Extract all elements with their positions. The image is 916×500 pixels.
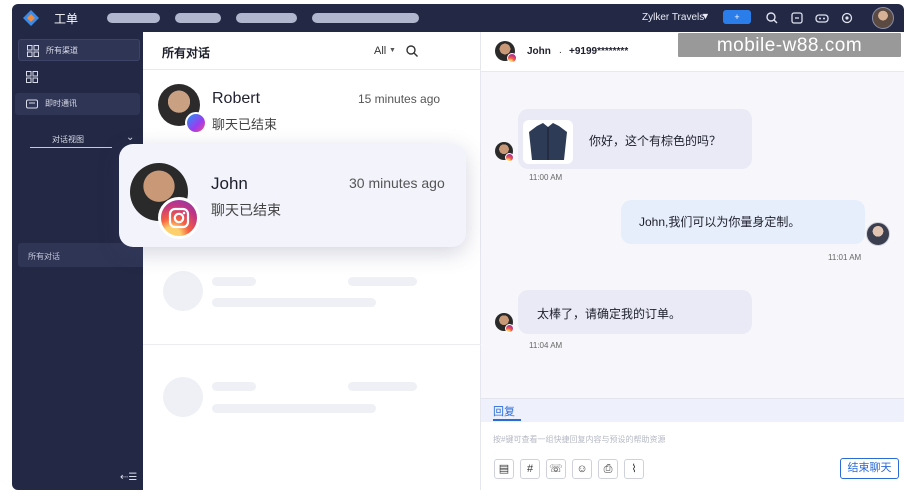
contact-name: John (211, 174, 248, 193)
attachment-icon[interactable]: ⌇ (624, 459, 644, 479)
gamepad-icon[interactable] (814, 10, 830, 26)
skeleton-line (212, 298, 376, 307)
org-switcher[interactable]: Zylker Travels (642, 12, 704, 23)
instagram-icon (505, 324, 514, 333)
message-text: John,我们可以为你量身定制。 (639, 215, 801, 229)
product-image[interactable] (523, 120, 573, 164)
user-avatar[interactable] (872, 7, 894, 29)
conversation-time: 15 minutes ago (358, 92, 441, 106)
chat-panel: John . +9199******** mobile-w88.com 你好，这… (481, 32, 904, 490)
agent-avatar (866, 222, 890, 246)
conversation-list: 所有对话 All ▼ Robert 15 minutes ago 聊天已结束 J… (119, 32, 481, 490)
skeleton-avatar (163, 377, 203, 417)
nav-tab-placeholder[interactable] (107, 13, 160, 23)
instagram-icon (505, 153, 514, 162)
hashtag-icon[interactable]: # (520, 459, 540, 479)
sidebar-item-label: 所有对话 (28, 252, 60, 261)
tab-reply[interactable]: 回复 (493, 403, 515, 419)
article-icon[interactable]: ▤ (494, 459, 514, 479)
sidebar-item-label: 所有渠道 (46, 46, 78, 55)
collapse-sidebar-icon[interactable]: ⇠☰ (120, 472, 137, 483)
watermark: mobile-w88.com (677, 32, 902, 58)
conversation-view-select[interactable]: 对话视图 ⌄ (30, 132, 138, 148)
compose-area: 按#键可查看一组快捷回复内容与预设的帮助资源 ▤ # ☏ ☺ ⎙ ⌇ 结束聊天 (481, 422, 904, 490)
chevron-down-icon[interactable]: ⌄ (126, 132, 134, 143)
messenger-icon (185, 112, 207, 134)
message-time: 11:04 AM (529, 341, 563, 350)
skeleton-line (212, 404, 376, 413)
conversation-item-selected[interactable]: John 30 minutes ago 聊天已结束 (119, 144, 466, 247)
app-logo-icon[interactable] (22, 9, 40, 27)
sidebar: 所有渠道 即时通讯 对话视图 ⌄ 所有对话 ⇠☰ (12, 32, 146, 490)
sidebar-item-instant-messaging[interactable]: 即时通讯 (15, 93, 140, 115)
search-icon[interactable] (764, 10, 780, 26)
filter-dropdown[interactable]: All (374, 45, 386, 57)
contact-name: John (527, 46, 551, 57)
nav-tab-placeholder[interactable] (312, 13, 419, 23)
skeleton-avatar (163, 271, 203, 311)
end-chat-button[interactable]: 结束聊天 (840, 458, 899, 479)
reply-tab-bar: 回复 (481, 398, 904, 422)
chevron-down-icon[interactable]: ▼ (389, 47, 396, 54)
app-title: 工单 (54, 12, 79, 26)
chat-icon (26, 99, 38, 109)
skeleton-line (348, 382, 417, 391)
chevron-down-icon[interactable]: ▼ (701, 11, 710, 21)
whatsapp-icon[interactable]: ☏ (546, 459, 566, 479)
skeleton-line (348, 277, 417, 286)
conversation-preview: 聊天已结束 (211, 202, 281, 218)
conversation-preview: 聊天已结束 (212, 117, 278, 132)
settings-icon[interactable] (839, 10, 855, 26)
view-underline (30, 147, 112, 148)
skeleton-line (212, 382, 256, 391)
list-title: 所有对话 (162, 46, 211, 60)
nav-tab-placeholder[interactable] (236, 13, 297, 23)
conversation-view-label: 对话视图 (52, 135, 84, 144)
grid-icon (26, 71, 38, 83)
emoji-icon[interactable]: ☺ (572, 459, 592, 479)
search-icon[interactable] (405, 44, 419, 58)
list-header: 所有对话 All ▼ (143, 32, 481, 70)
compose-input[interactable]: 按#键可查看一组快捷回复内容与预设的帮助资源 (493, 434, 665, 445)
skeleton-line (212, 277, 256, 286)
sidebar-item-label: 即时通讯 (45, 99, 77, 108)
message-text: 你好，这个有棕色的吗？ (589, 134, 722, 148)
sidebar-item-all-channels[interactable]: 所有渠道 (18, 39, 140, 61)
list-divider (143, 344, 481, 345)
conversation-time: 30 minutes ago (349, 175, 445, 191)
message-time: 11:01 AM (828, 253, 862, 262)
sidebar-item-grid[interactable] (18, 66, 140, 88)
separator: . (559, 45, 562, 56)
contact-name: Robert (212, 90, 261, 107)
chat-header: John . +9199******** mobile-w88.com (481, 32, 904, 72)
nav-tab-placeholder[interactable] (175, 13, 221, 23)
new-button[interactable]: + (723, 10, 751, 24)
contact-phone: +9199******** (569, 46, 629, 57)
template-icon[interactable]: ⎙ (598, 459, 618, 479)
compose-icon[interactable] (789, 10, 805, 26)
instagram-icon (507, 53, 517, 63)
instagram-icon (158, 197, 200, 239)
message-text: 太棒了，请确定我的订单。 (537, 307, 682, 321)
message-time: 11:00 AM (529, 173, 563, 182)
sidebar-item-all-conversations[interactable]: 所有对话 (18, 243, 146, 267)
conversation-item[interactable]: Robert 15 minutes ago 聊天已结束 (143, 70, 481, 140)
tab-underline (493, 419, 521, 421)
grid-icon (27, 45, 39, 57)
top-bar: 工单 Zylker Travels ▼ + (12, 4, 904, 32)
